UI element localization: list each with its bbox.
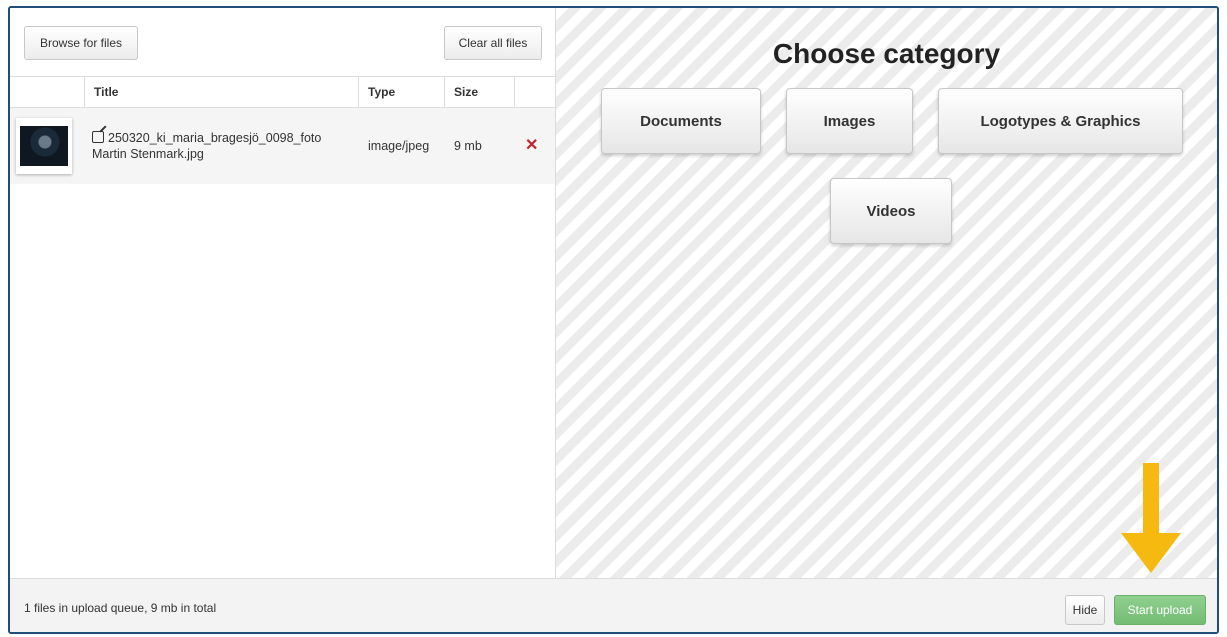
file-table-header: Title Type Size bbox=[10, 76, 555, 108]
file-type: image/jpeg bbox=[368, 139, 430, 153]
category-images-button[interactable]: Images bbox=[786, 88, 913, 154]
file-title-line1: 250320_ki_maria_bragesjö_0098_foto bbox=[108, 131, 322, 145]
column-divider bbox=[514, 77, 515, 107]
file-list-panel: Browse for files Clear all files Title T… bbox=[10, 8, 556, 578]
column-type-header: Type bbox=[368, 85, 396, 99]
queue-status-text: 1 files in upload queue, 9 mb in total bbox=[24, 601, 217, 615]
column-title-header: Title bbox=[94, 85, 119, 99]
category-documents-button[interactable]: Documents bbox=[601, 88, 761, 154]
upload-footer: 1 files in upload queue, 9 mb in total H… bbox=[10, 578, 1217, 632]
category-heading: Choose category bbox=[772, 38, 1001, 69]
upload-dialog: Browse for files Clear all files Title T… bbox=[8, 6, 1219, 634]
column-size-header: Size bbox=[454, 85, 479, 99]
category-panel: Choose category Documents Images Logotyp… bbox=[556, 8, 1217, 578]
browse-files-button[interactable]: Browse for files bbox=[24, 26, 138, 60]
hide-button[interactable]: Hide bbox=[1065, 595, 1105, 625]
category-logotypes-graphics-button[interactable]: Logotypes & Graphics bbox=[938, 88, 1183, 154]
file-thumbnail bbox=[16, 118, 72, 174]
photo-preview bbox=[20, 126, 68, 166]
file-title[interactable]: 250320_ki_maria_bragesjö_0098_foto Marti… bbox=[92, 130, 342, 162]
clear-all-files-button[interactable]: Clear all files bbox=[444, 26, 542, 60]
close-icon[interactable]: ✕ bbox=[525, 135, 538, 155]
arrow-down-icon bbox=[1121, 463, 1181, 573]
file-size: 9 mb bbox=[454, 139, 482, 153]
start-upload-button[interactable]: Start upload bbox=[1114, 595, 1206, 625]
category-videos-button[interactable]: Videos bbox=[830, 178, 952, 244]
table-row: 250320_ki_maria_bragesjö_0098_foto Marti… bbox=[10, 108, 555, 184]
file-title-line2: Martin Stenmark.jpg bbox=[92, 147, 204, 161]
edit-icon[interactable] bbox=[92, 131, 104, 143]
